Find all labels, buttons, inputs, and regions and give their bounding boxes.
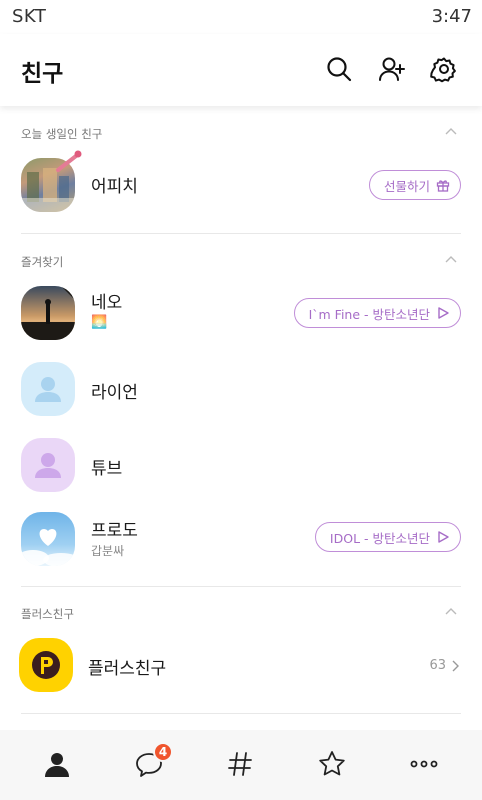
page-title: 친구	[21, 61, 64, 87]
music-profile-button[interactable]: I`m Fine - 방탄소년단	[293, 298, 461, 328]
send-gift-button[interactable]: 선물하기	[368, 170, 461, 200]
friend-name: 어피치	[91, 177, 138, 197]
plus-friends-label: 플러스친구	[88, 659, 167, 679]
plus-friend-logo	[19, 638, 73, 692]
person-icon	[45, 753, 69, 777]
avatar	[21, 362, 75, 416]
bottom-tab-bar: 4	[0, 730, 482, 800]
music-label: I`m Fine - 방탄소년단	[308, 306, 430, 322]
play-icon	[438, 531, 449, 543]
avatar	[21, 286, 75, 340]
music-label: IDOL - 방탄소년단	[329, 530, 430, 546]
divider	[21, 233, 461, 234]
chevron-up-icon	[445, 256, 457, 263]
avatar	[21, 438, 75, 492]
friend-name: 프로도	[91, 521, 138, 541]
friend-name: 라이언	[91, 383, 138, 403]
chevron-right-icon	[452, 660, 459, 671]
friend-row-frodo[interactable]: 프로도 갑분싸 IDOL - 방탄소년단	[0, 508, 482, 572]
tab-hashtag[interactable]	[222, 746, 258, 782]
divider	[21, 713, 461, 714]
plus-friend-icon	[32, 651, 60, 679]
add-friend-button[interactable]	[377, 54, 407, 84]
chevron-up-icon	[445, 128, 457, 135]
friend-name: 튜브	[91, 459, 123, 479]
status-bar: SKT 3:47	[0, 0, 482, 34]
section-birthday-header[interactable]: 오늘 생일인 친구	[21, 124, 461, 144]
tab-favorites[interactable]	[314, 746, 350, 782]
gift-icon	[436, 180, 450, 192]
music-profile-button[interactable]: IDOL - 방탄소년단	[314, 522, 461, 552]
friend-name: 네오	[91, 293, 123, 313]
status-message: 갑분싸	[91, 544, 125, 558]
friend-row-tube[interactable]: 튜브	[0, 434, 482, 498]
friend-row-ryan[interactable]: 라이언	[0, 358, 482, 422]
clock: 3:47	[431, 6, 472, 27]
section-label: 오늘 생일인 친구	[21, 127, 103, 141]
play-icon	[438, 307, 449, 319]
search-icon	[327, 57, 352, 82]
section-plusfriends-header[interactable]: 플러스친구	[21, 604, 461, 624]
tab-chats[interactable]: 4	[131, 742, 173, 782]
settings-button[interactable]	[429, 54, 459, 84]
plus-friends-count: 63	[429, 658, 460, 673]
search-button[interactable]	[324, 54, 354, 84]
hash-icon	[228, 752, 252, 776]
friend-row-apeach[interactable]: 어피치 선물하기	[0, 150, 482, 218]
carrier-label: SKT	[12, 6, 47, 27]
section-label: 플러스친구	[21, 607, 74, 621]
plus-friends-row[interactable]: 플러스친구 63	[0, 634, 482, 698]
tab-more[interactable]	[406, 746, 442, 782]
more-dots-icon	[410, 760, 438, 768]
friend-list[interactable]: 오늘 생일인 친구 어피치 선물하기 즐겨찾기 네오 🌅 I`m Fine - …	[0, 106, 482, 730]
friend-row-neo[interactable]: 네오 🌅 I`m Fine - 방탄소년단	[0, 282, 482, 346]
add-friend-icon	[379, 57, 405, 81]
chevron-up-icon	[445, 608, 457, 615]
section-label: 즐겨찾기	[21, 255, 64, 269]
star-icon	[319, 751, 345, 776]
birthday-cone-icon	[56, 150, 82, 172]
divider	[21, 586, 461, 587]
app-header: 친구	[0, 34, 482, 106]
gear-icon	[430, 57, 456, 83]
default-profile-icon	[35, 453, 61, 478]
count-value: 63	[429, 658, 446, 673]
send-gift-label: 선물하기	[383, 178, 430, 194]
default-profile-icon	[35, 377, 61, 402]
status-emoji: 🌅	[91, 315, 108, 330]
unread-badge: 4	[153, 742, 173, 762]
section-favorites-header[interactable]: 즐겨찾기	[21, 252, 461, 272]
tab-friends[interactable]	[39, 746, 75, 782]
avatar	[21, 512, 75, 566]
